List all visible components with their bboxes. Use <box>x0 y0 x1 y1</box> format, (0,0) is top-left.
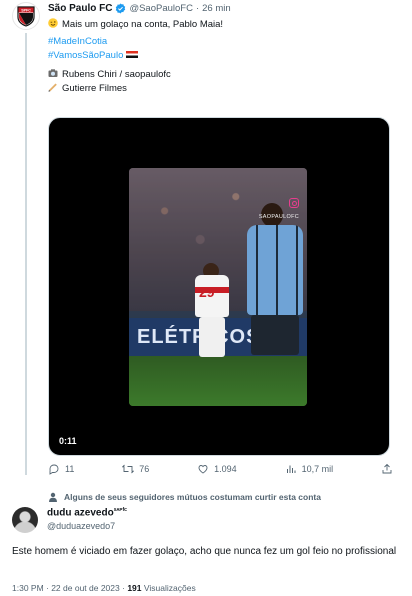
writing-hand-icon <box>48 83 57 92</box>
photo-credit-line: Rubens Chiri / saopaulofc <box>48 68 398 81</box>
player-legs <box>199 317 225 357</box>
share-icon <box>382 463 392 474</box>
tweet1-time[interactable]: 26 min <box>202 3 231 14</box>
video-duration: 0:11 <box>59 436 77 446</box>
tweet1-action-bar: 11 76 1.094 10,7 mil <box>48 463 393 475</box>
hashtag-madeincotia[interactable]: #MadeInCotia <box>48 36 398 49</box>
hashtag-line-2: #VamosSãoPaulo <box>48 50 398 63</box>
film-credit: Gutierre Filmes <box>62 83 127 94</box>
tweet2-author[interactable]: dudu azevedosᴀᴘfᴄ <box>47 507 127 518</box>
tweet1-header: São Paulo FC @SaoPauloFC · 26 min <box>48 3 231 14</box>
reply-count: 11 <box>65 464 75 474</box>
tweet-thread: SPFC São Paulo FC @SaoPauloFC · 26 min M… <box>0 0 412 596</box>
retweet-count: 76 <box>139 464 150 474</box>
tweet2-views-count: 191 <box>127 583 142 593</box>
video-watermark: SAOPAULOFC <box>258 214 299 220</box>
jersey-number: 29 <box>199 284 215 300</box>
social-context: Alguns de seus seguidores mútuos costuma… <box>48 492 321 502</box>
like-button[interactable]: 1.094 <box>197 463 237 475</box>
wink-emoji-icon <box>48 18 58 28</box>
share-button[interactable] <box>381 463 393 475</box>
tweet2-views-label: Visualizações <box>143 583 196 593</box>
instagram-icon <box>289 198 299 208</box>
spfc-avatar[interactable]: SPFC <box>12 2 40 30</box>
dot-separator: · <box>195 3 200 14</box>
retweet-icon <box>122 464 135 474</box>
thread-connector <box>25 33 27 475</box>
photo-credit: Rubens Chiri / saopaulofc <box>62 68 171 80</box>
like-icon <box>198 465 208 474</box>
opponent-player <box>247 203 307 403</box>
brazil-flag-icon <box>126 51 139 58</box>
verified-badge-icon <box>115 3 126 14</box>
opponent-shirt <box>247 225 303 315</box>
retweet-button[interactable]: 76 <box>122 463 149 475</box>
tweet2-text: Este homem é viciado em fazer golaço, ac… <box>12 546 397 557</box>
reply-button[interactable]: 11 <box>48 463 74 475</box>
social-context-text: Alguns de seus seguidores mútuos costuma… <box>64 492 321 502</box>
reply-icon <box>49 464 59 475</box>
tweet2-meta: 1:30 PM · 22 de out de 2023 · 191 Visual… <box>12 583 196 593</box>
opponent-shorts <box>251 315 299 355</box>
tweet1-text-line: Mais um golaço na conta, Pablo Maia! <box>48 18 398 31</box>
tweet2-timestamp[interactable]: 1:30 PM · 22 de out de 2023 · <box>12 583 125 593</box>
views-count: 10,7 mil <box>301 464 334 474</box>
dudu-avatar[interactable] <box>12 507 38 533</box>
tweet2-author-suffix: sᴀᴘfᴄ <box>113 507 127 513</box>
views-button[interactable]: 10,7 mil <box>285 463 334 475</box>
svg-text:SPFC: SPFC <box>21 9 31 13</box>
spfc-crest-icon: SPFC <box>17 6 35 27</box>
video-frame: ELÉTRICOS 29 SAOPAULOFC <box>129 168 307 406</box>
film-credit-line: Gutierre Filmes <box>48 82 398 95</box>
video-player[interactable]: ELÉTRICOS 29 SAOPAULOFC 0:11 <box>48 117 390 456</box>
tweet1-text: Mais um golaço na conta, Pablo Maia! <box>62 19 224 30</box>
celebrating-player: 29 <box>189 263 235 363</box>
person-icon <box>49 492 57 502</box>
views-icon <box>286 465 296 473</box>
tweet1-handle[interactable]: @SaoPauloFC <box>129 3 193 14</box>
hashtag-vamossaopaulo[interactable]: #VamosSãoPaulo <box>48 50 123 61</box>
like-count: 1.094 <box>214 464 237 474</box>
tweet2-author-name: dudu azevedo <box>47 507 114 519</box>
tweet1-body: Mais um golaço na conta, Pablo Maia! #Ma… <box>48 18 398 100</box>
tweet2-handle[interactable]: @duduazevedo7 <box>47 521 115 531</box>
tweet1-author-name[interactable]: São Paulo FC <box>48 3 112 14</box>
camera-icon <box>48 68 58 77</box>
